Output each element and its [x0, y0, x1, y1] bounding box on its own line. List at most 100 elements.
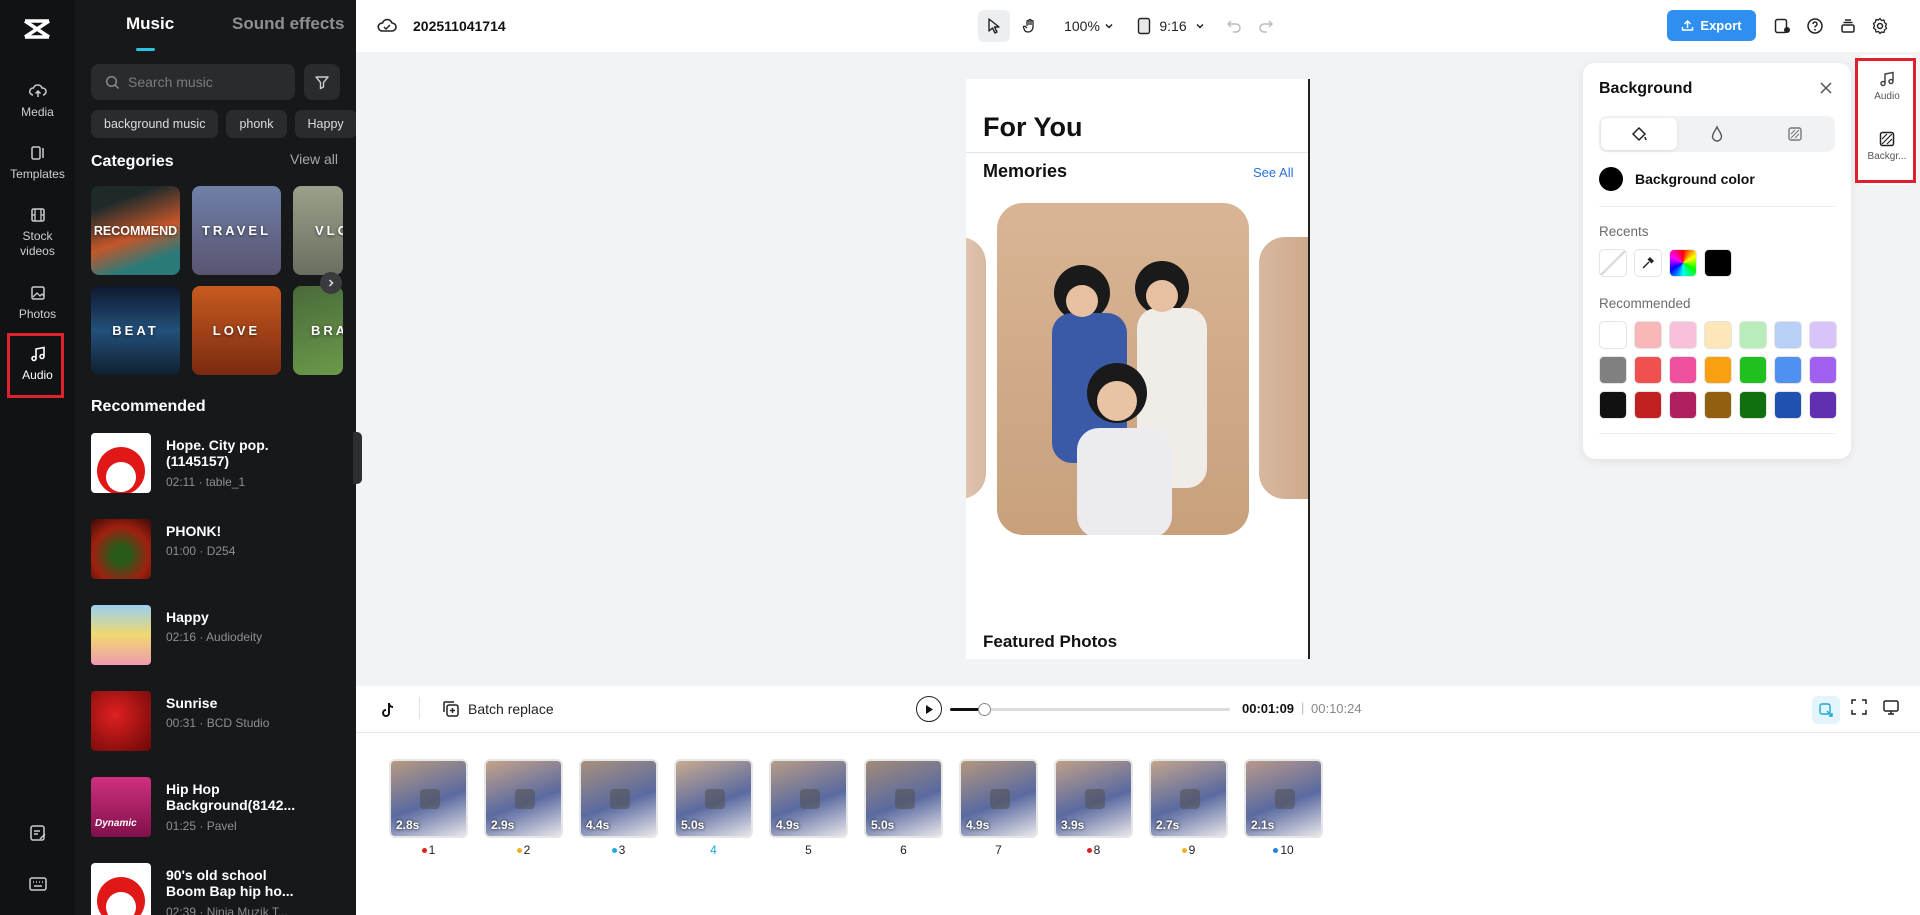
replace-icon[interactable]: [705, 789, 725, 809]
replace-icon[interactable]: [895, 789, 915, 809]
category-vlog[interactable]: VLOG: [293, 186, 343, 275]
canvas-preview[interactable]: For You Memories See All Featured Photos: [966, 79, 1310, 659]
recommended-color-swatch[interactable]: [1739, 391, 1767, 419]
help-button[interactable]: [1802, 10, 1828, 42]
search-box[interactable]: [91, 64, 295, 100]
replace-icon[interactable]: [800, 789, 820, 809]
timeline-clip[interactable]: 4.9s: [959, 759, 1038, 838]
track-item[interactable]: Dynamic Hip Hop Background(8142... 01:25…: [91, 777, 351, 839]
recommended-color-swatch[interactable]: [1669, 391, 1697, 419]
search-input[interactable]: [128, 74, 278, 90]
recommended-color-swatch[interactable]: [1634, 391, 1662, 419]
rail-item-templates[interactable]: Templates: [0, 144, 75, 182]
chip-happy[interactable]: Happy: [294, 110, 356, 138]
track-item[interactable]: 90's old school Boom Bap hip ho... 02:39…: [91, 863, 351, 915]
recommended-color-swatch[interactable]: [1774, 391, 1802, 419]
tab-music[interactable]: Music: [126, 14, 174, 34]
rail-item-photos[interactable]: Photos: [0, 284, 75, 322]
timeline-clip[interactable]: 5.0s: [674, 759, 753, 838]
project-name[interactable]: 202511041714: [413, 18, 506, 34]
hand-tool-button[interactable]: [1014, 10, 1046, 42]
categories-next-button[interactable]: [320, 272, 342, 294]
replace-icon[interactable]: [420, 789, 440, 809]
recommended-color-swatch[interactable]: [1809, 321, 1837, 349]
keyboard-shortcuts-button[interactable]: [0, 875, 75, 898]
no-color-swatch[interactable]: [1599, 249, 1627, 277]
replace-icon[interactable]: [1180, 789, 1200, 809]
view-all-link[interactable]: View all: [290, 151, 338, 167]
current-color-swatch[interactable]: [1599, 167, 1623, 191]
timeline-clip[interactable]: 2.7s: [1149, 759, 1228, 838]
color-picker-swatch[interactable]: [1669, 249, 1697, 277]
preview-mode-button[interactable]: [1882, 698, 1900, 721]
filter-button[interactable]: [304, 64, 340, 100]
segment-image[interactable]: [1757, 118, 1833, 150]
chip-background-music[interactable]: background music: [91, 110, 219, 138]
recommended-color-swatch[interactable]: [1634, 356, 1662, 384]
segment-fill[interactable]: [1601, 118, 1677, 150]
recommended-color-swatch[interactable]: [1599, 321, 1627, 349]
recommended-color-swatch[interactable]: [1704, 356, 1732, 384]
fullscreen-button[interactable]: [1850, 698, 1868, 721]
recent-color-swatch[interactable]: [1704, 249, 1732, 277]
recommended-color-swatch[interactable]: [1599, 356, 1627, 384]
replace-icon[interactable]: [515, 789, 535, 809]
cloud-sync-icon[interactable]: [377, 16, 397, 34]
replace-icon[interactable]: [610, 789, 630, 809]
share-button[interactable]: [1769, 10, 1795, 42]
chip-phonk[interactable]: phonk: [226, 110, 287, 138]
auto-layout-button[interactable]: [1812, 696, 1840, 724]
replace-icon[interactable]: [1085, 789, 1105, 809]
recommended-color-swatch[interactable]: [1704, 391, 1732, 419]
export-button[interactable]: Export: [1667, 10, 1756, 41]
track-item[interactable]: Sunrise 00:31 · BCD Studio: [91, 691, 351, 753]
play-button[interactable]: [916, 696, 942, 722]
category-beat[interactable]: BEAT: [91, 286, 180, 375]
timeline-clip[interactable]: 5.0s: [864, 759, 943, 838]
redo-button[interactable]: [1253, 10, 1279, 42]
recommended-color-swatch[interactable]: [1669, 321, 1697, 349]
recommended-color-swatch[interactable]: [1739, 321, 1767, 349]
batch-replace-button[interactable]: Batch replace: [442, 700, 554, 718]
track-item[interactable]: PHONK! 01:00 · D254: [91, 519, 351, 581]
tab-sound-effects[interactable]: Sound effects: [232, 14, 344, 34]
recommended-color-swatch[interactable]: [1669, 356, 1697, 384]
playback-scrubber[interactable]: [977, 703, 991, 716]
timeline-clip[interactable]: 2.9s: [484, 759, 563, 838]
recommended-color-swatch[interactable]: [1774, 356, 1802, 384]
rail-item-media[interactable]: Media: [0, 82, 75, 120]
recommended-color-swatch[interactable]: [1704, 321, 1732, 349]
aspect-ratio-dropdown[interactable]: 9:16: [1136, 10, 1206, 42]
timeline-clip[interactable]: 3.9s: [1054, 759, 1133, 838]
timeline-clip[interactable]: 2.1s: [1244, 759, 1323, 838]
close-icon[interactable]: [1819, 81, 1833, 95]
replace-icon[interactable]: [990, 789, 1010, 809]
layers-button[interactable]: [1835, 10, 1861, 42]
category-brave[interactable]: BRAVE: [293, 286, 343, 375]
segment-blur[interactable]: [1679, 118, 1755, 150]
timeline-clip[interactable]: 4.9s: [769, 759, 848, 838]
tiktok-music-icon[interactable]: [379, 701, 397, 719]
recommended-color-swatch[interactable]: [1599, 391, 1627, 419]
eyedropper-button[interactable]: [1634, 249, 1662, 277]
recommended-color-swatch[interactable]: [1739, 356, 1767, 384]
timeline-clip[interactable]: 2.8s: [389, 759, 468, 838]
replace-icon[interactable]: [1275, 789, 1295, 809]
recommended-color-swatch[interactable]: [1809, 356, 1837, 384]
category-travel[interactable]: TRAVEL: [192, 186, 281, 275]
undo-button[interactable]: [1221, 10, 1247, 42]
category-love[interactable]: LOVE: [192, 286, 281, 375]
panel-collapse-handle[interactable]: [353, 432, 362, 484]
recommended-color-swatch[interactable]: [1634, 321, 1662, 349]
rail-item-stock-videos[interactable]: Stock videos: [0, 206, 75, 259]
settings-button[interactable]: [1867, 10, 1893, 42]
select-tool-button[interactable]: [978, 10, 1010, 42]
recommended-color-swatch[interactable]: [1809, 391, 1837, 419]
timeline-clip[interactable]: 4.4s: [579, 759, 658, 838]
playback-progress-track[interactable]: [950, 703, 1230, 716]
zoom-dropdown[interactable]: 100%: [1061, 10, 1117, 42]
track-item[interactable]: Hope. City pop. (1145157) 02:11 · table_…: [91, 433, 351, 495]
category-recommend[interactable]: RECOMMEND: [91, 186, 180, 275]
recommended-color-swatch[interactable]: [1774, 321, 1802, 349]
feedback-button[interactable]: [0, 823, 75, 848]
